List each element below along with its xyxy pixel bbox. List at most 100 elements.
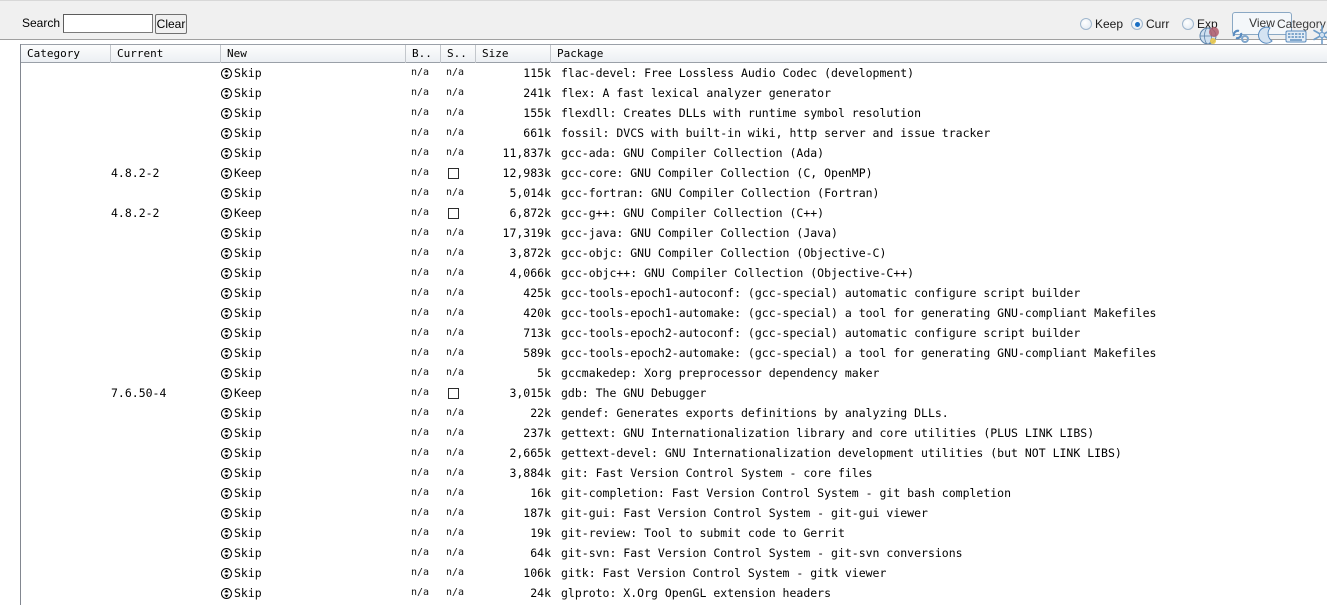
spinner-arrows-icon[interactable] [221, 565, 232, 579]
spinner-arrows-icon[interactable] [221, 345, 232, 359]
table-row[interactable]: Skip n/a n/a 16k git-completion: Fast Versio… [21, 483, 1327, 503]
radio-curr[interactable]: Curr [1131, 17, 1169, 31]
spinner-arrows-icon[interactable] [221, 65, 232, 79]
table-row[interactable]: Skip n/a n/a 24k glproto: X.Org OpenGL exten… [21, 583, 1327, 603]
cell-new-action[interactable]: Skip [221, 483, 406, 503]
cell-new-action[interactable]: Skip [221, 323, 406, 343]
table-row[interactable]: Skip n/a n/a 22k gendef: Generates exports d… [21, 403, 1327, 423]
cell-new-action[interactable]: Skip [221, 443, 406, 463]
package-list-body[interactable]: Skip n/a n/a 115k flac-devel: Free Lossless … [21, 63, 1327, 604]
radio-dot-curr[interactable] [1131, 18, 1143, 30]
spinner-arrows-icon[interactable] [221, 385, 232, 399]
cell-new-action[interactable]: Keep [221, 163, 406, 183]
spinner-arrows-icon[interactable] [221, 85, 232, 99]
spinner-arrows-icon[interactable] [221, 325, 232, 339]
cell-new-action[interactable]: Skip [221, 343, 406, 363]
spinner-arrows-icon[interactable] [221, 465, 232, 479]
spinner-arrows-icon[interactable] [221, 185, 232, 199]
spinner-arrows-icon[interactable] [221, 225, 232, 239]
spinner-arrows-icon[interactable] [221, 165, 232, 179]
table-row[interactable]: 4.8.2-2 Keep n/a 12,983k gcc-core: GNU Compi… [21, 163, 1327, 183]
radio-dot-keep[interactable] [1080, 18, 1092, 30]
cell-new-action[interactable]: Skip [221, 303, 406, 323]
table-row[interactable]: Skip n/a n/a 11,837k gcc-ada: GNU Compiler C… [21, 143, 1327, 163]
cell-new-action[interactable]: Skip [221, 223, 406, 243]
column-header-src[interactable]: S.. [441, 45, 476, 63]
table-row[interactable]: Skip n/a n/a 713k gcc-tools-epoch2-autoconf:… [21, 323, 1327, 343]
table-row[interactable]: Skip n/a n/a 155k flexdll: Creates DLLs with… [21, 103, 1327, 123]
source-checkbox[interactable] [448, 388, 459, 399]
source-checkbox[interactable] [448, 168, 459, 179]
cell-new-action[interactable]: Skip [221, 263, 406, 283]
spinner-arrows-icon[interactable] [221, 105, 232, 119]
table-row[interactable]: Skip n/a n/a 425k gcc-tools-epoch1-autoconf:… [21, 283, 1327, 303]
search-input[interactable] [63, 14, 153, 33]
column-header-category[interactable]: Category [21, 45, 111, 63]
cell-new-action[interactable]: Skip [221, 123, 406, 143]
cell-new-action[interactable]: Skip [221, 523, 406, 543]
cell-new-action[interactable]: Skip [221, 423, 406, 443]
radio-exp[interactable]: Exp [1182, 17, 1218, 31]
spinner-arrows-icon[interactable] [221, 405, 232, 419]
spinner-arrows-icon[interactable] [221, 265, 232, 279]
spinner-arrows-icon[interactable] [221, 145, 232, 159]
table-row[interactable]: Skip n/a n/a 237k gettext: GNU International… [21, 423, 1327, 443]
cell-new-action[interactable]: Skip [221, 143, 406, 163]
spinner-arrows-icon[interactable] [221, 205, 232, 219]
cell-new-action[interactable]: Skip [221, 283, 406, 303]
source-checkbox[interactable] [448, 208, 459, 219]
cell-new-action[interactable]: Keep [221, 383, 406, 403]
spinner-arrows-icon[interactable] [221, 525, 232, 539]
table-row[interactable]: Skip n/a n/a 187k git-gui: Fast Version Cont… [21, 503, 1327, 523]
table-row[interactable]: Skip n/a n/a 241k flex: A fast lexical analy… [21, 83, 1327, 103]
clear-button[interactable]: Clear [155, 14, 187, 34]
cell-new-action[interactable]: Skip [221, 243, 406, 263]
table-row[interactable]: Skip n/a n/a 19k git-review: Tool to submit … [21, 523, 1327, 543]
cell-new-action[interactable]: Keep [221, 203, 406, 223]
spinner-arrows-icon[interactable] [221, 545, 232, 559]
cell-new-action[interactable]: Skip [221, 183, 406, 203]
cell-new-action[interactable]: Skip [221, 503, 406, 523]
cell-new-action[interactable]: Skip [221, 103, 406, 123]
table-row[interactable]: Skip n/a n/a 661k fossil: DVCS with built-in… [21, 123, 1327, 143]
column-header-bin[interactable]: B.. [406, 45, 441, 63]
spinner-arrows-icon[interactable] [221, 285, 232, 299]
table-row[interactable]: 4.8.2-2 Keep n/a 6,872k gcc-g++: GNU Compile… [21, 203, 1327, 223]
cell-new-action[interactable]: Skip [221, 63, 406, 83]
cell-new-action[interactable]: Skip [221, 363, 406, 383]
table-row[interactable]: Skip n/a n/a 3,884k git: Fast Version Contro… [21, 463, 1327, 483]
cell-new-action[interactable]: Skip [221, 403, 406, 423]
table-row[interactable]: Skip n/a n/a 3,872k gcc-objc: GNU Compiler C… [21, 243, 1327, 263]
column-header-size[interactable]: Size [476, 45, 551, 63]
spinner-arrows-icon[interactable] [221, 485, 232, 499]
table-row[interactable]: Skip n/a n/a 5,014k gcc-fortran: GNU Compile… [21, 183, 1327, 203]
table-row[interactable]: Skip n/a n/a 589k gcc-tools-epoch2-automake:… [21, 343, 1327, 363]
table-row[interactable]: Skip n/a n/a 420k gcc-tools-epoch1-automake:… [21, 303, 1327, 323]
cell-new-action[interactable]: Skip [221, 83, 406, 103]
column-header-current[interactable]: Current [111, 45, 221, 63]
spinner-arrows-icon[interactable] [221, 505, 232, 519]
table-row[interactable]: 7.6.50-4 Keep n/a 3,015k gdb: The GNU Debugg… [21, 383, 1327, 403]
table-row[interactable]: Skip n/a n/a 106k gitk: Fast Version Control… [21, 563, 1327, 583]
cell-new-action[interactable]: Skip [221, 463, 406, 483]
table-row[interactable]: Skip n/a n/a 64k git-svn: Fast Version Contr… [21, 543, 1327, 563]
column-header-package[interactable]: Package [551, 45, 1327, 63]
table-row[interactable]: Skip n/a n/a 5k gccmakedep: Xorg preprocesso… [21, 363, 1327, 383]
table-row[interactable]: Skip n/a n/a 2,665k gettext-devel: GNU Inter… [21, 443, 1327, 463]
table-row[interactable]: Skip n/a n/a 4,066k gcc-objc++: GNU Compiler… [21, 263, 1327, 283]
spinner-arrows-icon[interactable] [221, 425, 232, 439]
cell-new-action[interactable]: Skip [221, 543, 406, 563]
spinner-arrows-icon[interactable] [221, 445, 232, 459]
spinner-arrows-icon[interactable] [221, 585, 232, 599]
radio-dot-exp[interactable] [1182, 18, 1194, 30]
cell-new-action[interactable]: Skip [221, 563, 406, 583]
column-header-new[interactable]: New [221, 45, 406, 63]
table-row[interactable]: Skip n/a n/a 17,319k gcc-java: GNU Compiler … [21, 223, 1327, 243]
spinner-arrows-icon[interactable] [221, 365, 232, 379]
spinner-arrows-icon[interactable] [221, 305, 232, 319]
table-row[interactable]: Skip n/a n/a 115k flac-devel: Free Lossless … [21, 63, 1327, 83]
cell-new-action[interactable]: Skip [221, 583, 406, 603]
radio-keep[interactable]: Keep [1080, 17, 1123, 31]
spinner-arrows-icon[interactable] [221, 245, 232, 259]
spinner-arrows-icon[interactable] [221, 125, 232, 139]
